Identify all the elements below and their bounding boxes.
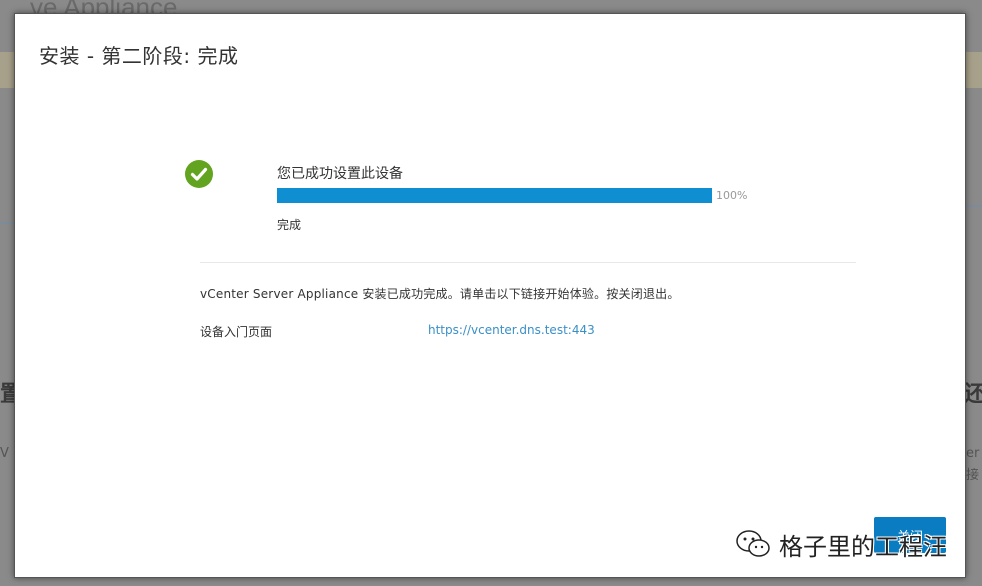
- background-line-left: [0, 222, 14, 224]
- progress-percent-label: 100%: [716, 189, 748, 202]
- background-text-right-small: er: [966, 446, 980, 461]
- progress-bar: [277, 188, 712, 203]
- background-line-right: [966, 205, 982, 207]
- dialog-title: 安装 - 第二阶段: 完成: [39, 44, 239, 68]
- status-text: 您已成功设置此设备: [277, 166, 403, 182]
- background-text-right-small-2: 接: [966, 468, 980, 483]
- install-complete-dialog: 安装 - 第二阶段: 完成 您已成功设置此设备 100% 完成 vCenter …: [14, 13, 966, 578]
- status-subtext: 完成: [277, 218, 302, 232]
- watermark-text: 格子里的工程汪: [779, 532, 947, 561]
- status-section: 您已成功设置此设备 100% 完成: [185, 160, 785, 250]
- portal-label: 设备入门页面: [200, 325, 273, 339]
- success-check-icon: [185, 160, 213, 188]
- completion-message: vCenter Server Appliance 安装已成功完成。请单击以下链接…: [200, 287, 680, 301]
- background-text-left-small: V: [0, 446, 9, 461]
- progress-bar-fill: [277, 188, 712, 203]
- background-text-right: 还: [964, 382, 982, 407]
- watermark: 格子里的工程汪: [735, 524, 947, 564]
- divider: [200, 262, 856, 263]
- portal-link[interactable]: https://vcenter.dns.test:443: [428, 323, 595, 337]
- wechat-icon: [736, 530, 770, 557]
- dialog-header: 安装 - 第二阶段: 完成: [15, 14, 965, 88]
